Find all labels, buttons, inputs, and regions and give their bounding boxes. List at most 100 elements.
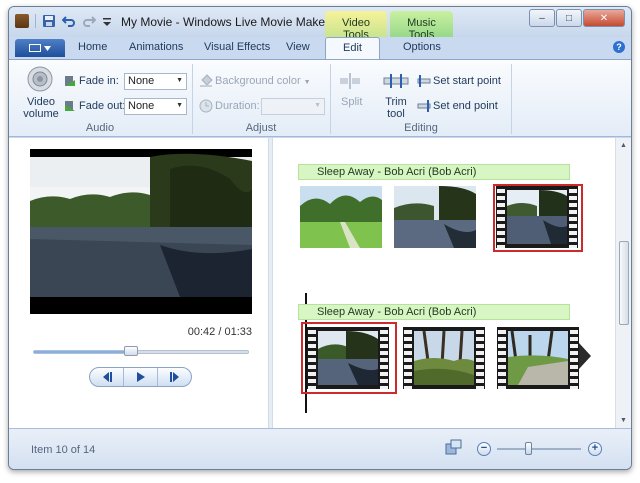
- fade-out-label: Fade out:: [79, 100, 126, 112]
- save-icon[interactable]: [42, 14, 56, 28]
- fade-out-select[interactable]: None ▼: [124, 98, 187, 115]
- chevron-down-icon: ▼: [314, 102, 321, 109]
- tab-options[interactable]: Options: [403, 41, 441, 53]
- redo-icon[interactable]: [82, 14, 97, 28]
- window-title: My Movie - Windows Live Movie Maker: [121, 15, 330, 29]
- clip-thumbnail: [508, 331, 568, 385]
- zoom-out-button[interactable]: −: [477, 442, 491, 456]
- window-controls: – □ ✕: [529, 9, 625, 27]
- help-icon[interactable]: ?: [613, 41, 625, 53]
- title-bar: My Movie - Windows Live Movie Maker Vide…: [9, 7, 631, 41]
- audio-track-bar[interactable]: Sleep Away - Bob Acri (Bob Acri): [298, 164, 570, 180]
- seek-progress: [34, 351, 132, 353]
- paint-bucket-icon: [200, 74, 213, 87]
- maximize-button[interactable]: □: [556, 9, 582, 27]
- play-button[interactable]: [124, 368, 158, 386]
- fade-in-label: Fade in:: [79, 75, 119, 87]
- video-tools-context-tab: Video Tools: [325, 11, 387, 41]
- zoom-slider-thumb[interactable]: [525, 442, 533, 455]
- zoom-slider[interactable]: [497, 442, 581, 455]
- duration-icon: [199, 99, 213, 113]
- duration-label: Duration:: [215, 100, 260, 112]
- trim-tool-icon: [383, 74, 409, 88]
- clip-thumbnail: [300, 186, 382, 248]
- row-continuation-arrow-icon: [579, 343, 591, 369]
- set-end-point-button[interactable]: Set end point: [433, 100, 498, 112]
- tab-animations[interactable]: Animations: [129, 41, 183, 53]
- app-icon[interactable]: [15, 14, 29, 28]
- time-total: 01:33: [224, 326, 252, 338]
- main-area: 00:42 / 01:33 Sleep Away - Bob Acri (Bob…: [9, 138, 631, 428]
- zoom-in-button[interactable]: +: [588, 442, 602, 456]
- video-frame-image: [30, 149, 252, 314]
- clip-thumbnail: [394, 186, 476, 248]
- minimize-button[interactable]: –: [529, 9, 555, 27]
- group-separator: [511, 64, 512, 134]
- previous-frame-button[interactable]: [90, 368, 124, 386]
- set-start-point-button[interactable]: Set start point: [433, 75, 501, 87]
- editing-group-label: Editing: [404, 122, 438, 134]
- film-strip-right: [570, 327, 578, 389]
- audio-track-bar[interactable]: Sleep Away - Bob Acri (Bob Acri): [298, 304, 570, 320]
- time-current: 00:42: [187, 326, 216, 338]
- playback-controls: [89, 367, 192, 387]
- chevron-down-icon: ▼: [303, 79, 311, 86]
- ribbon: Video volume Fade in: None ▼ Fade out: N…: [9, 59, 631, 137]
- seek-thumb[interactable]: [124, 346, 139, 356]
- video-clip[interactable]: [300, 186, 382, 248]
- tab-view[interactable]: View: [286, 41, 310, 53]
- close-button[interactable]: ✕: [583, 9, 625, 27]
- tab-edit[interactable]: Edit: [325, 37, 380, 59]
- set-start-point-icon: [417, 75, 431, 87]
- next-frame-icon: [169, 372, 179, 382]
- status-item-count: Item 10 of 14: [31, 444, 96, 456]
- video-volume-button[interactable]: Video volume: [23, 96, 59, 120]
- scrollbar-thumb[interactable]: [619, 241, 629, 325]
- previous-frame-icon: [102, 372, 112, 382]
- scroll-up-icon[interactable]: ▲: [620, 142, 627, 149]
- selection-outline: [301, 322, 397, 394]
- menu-icon: [29, 44, 41, 52]
- chevron-down-icon: [44, 45, 51, 51]
- video-clip[interactable]: [497, 327, 579, 389]
- preview-pane: 00:42 / 01:33: [9, 138, 268, 428]
- storyboard-scrollbar[interactable]: ▲ ▼: [615, 138, 631, 428]
- fade-in-select[interactable]: None ▼: [124, 73, 187, 90]
- fade-in-value: None: [128, 75, 155, 87]
- film-strip-right: [476, 327, 484, 389]
- duration-select: ▼: [261, 98, 325, 115]
- play-icon: [136, 372, 145, 382]
- fade-out-icon: [65, 101, 75, 111]
- movie-maker-window: My Movie - Windows Live Movie Maker Vide…: [8, 6, 632, 470]
- selection-outline: [493, 184, 583, 252]
- scroll-down-icon[interactable]: ▼: [620, 417, 627, 424]
- thumbnail-size-icon[interactable]: [445, 439, 463, 457]
- trim-tool-button[interactable]: Trim tool: [383, 96, 409, 120]
- clip-thumbnail: [414, 331, 474, 385]
- split-icon: [340, 73, 360, 89]
- speaker-icon[interactable]: [27, 66, 53, 92]
- storyboard: Sleep Away - Bob Acri (Bob Acri) Sleep A…: [273, 138, 616, 428]
- music-tools-context-tab: Music Tools: [390, 11, 453, 41]
- seek-bar[interactable]: [33, 346, 249, 356]
- ribbon-tab-row: Home Animations Visual Effects View Edit…: [9, 37, 631, 59]
- chevron-down-icon: ▼: [176, 102, 183, 109]
- set-end-point-icon: [417, 100, 431, 112]
- chevron-down-icon: ▼: [176, 77, 183, 84]
- video-clip[interactable]: [394, 186, 476, 248]
- status-bar: Item 10 of 14 − +: [9, 428, 631, 469]
- tab-home[interactable]: Home: [78, 41, 107, 53]
- qat-separator: [35, 14, 36, 28]
- background-color-button: Background color ▼: [215, 75, 311, 87]
- split-button: Split: [341, 96, 363, 108]
- quick-access-toolbar: [15, 14, 116, 28]
- customize-qat-icon[interactable]: [102, 14, 116, 28]
- undo-icon[interactable]: [61, 14, 76, 28]
- application-menu-button[interactable]: [15, 39, 65, 57]
- video-clip[interactable]: [403, 327, 485, 389]
- next-frame-button[interactable]: [158, 368, 191, 386]
- video-preview[interactable]: [30, 149, 252, 314]
- film-strip-left: [404, 327, 412, 389]
- film-strip-left: [498, 327, 506, 389]
- tab-visual-effects[interactable]: Visual Effects: [204, 41, 270, 53]
